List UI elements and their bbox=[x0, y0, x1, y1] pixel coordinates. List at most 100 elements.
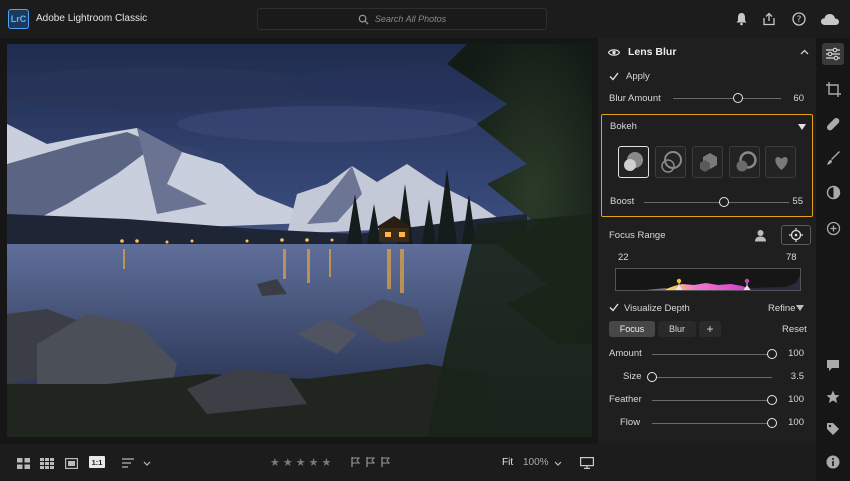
apply-checkbox[interactable]: Apply bbox=[598, 69, 816, 83]
blur-amount-value: 60 bbox=[793, 92, 804, 104]
target-icon bbox=[789, 228, 803, 242]
small-grid-icon[interactable] bbox=[40, 457, 54, 469]
brush-control-slider[interactable] bbox=[652, 395, 777, 405]
boost-value: 55 bbox=[792, 196, 803, 207]
rating-star-icon[interactable]: ★ bbox=[283, 456, 293, 469]
help-icon[interactable]: ? bbox=[790, 10, 808, 28]
focus-range-label: Focus Range bbox=[609, 230, 666, 241]
blur-amount-slider[interactable] bbox=[673, 93, 781, 103]
single-photo-icon[interactable] bbox=[65, 457, 78, 469]
brush-control-knob[interactable] bbox=[767, 418, 777, 428]
bokeh-bubble-icon bbox=[661, 151, 682, 173]
add-brush-button[interactable]: + bbox=[699, 321, 721, 337]
checkmark-icon bbox=[609, 303, 619, 312]
boost-label: Boost bbox=[610, 196, 635, 207]
flag-controls bbox=[351, 457, 390, 467]
one-to-one-button[interactable]: 1:1 bbox=[89, 456, 105, 468]
brush-control-value: 3.5 bbox=[790, 371, 804, 382]
boost-slider[interactable] bbox=[644, 197, 789, 207]
sliders-icon[interactable] bbox=[824, 45, 842, 63]
search-input[interactable]: Search All Photos bbox=[257, 8, 547, 30]
add-preset-icon[interactable] bbox=[824, 219, 842, 237]
star-icon[interactable] bbox=[824, 388, 842, 406]
rating-star-icon[interactable]: ★ bbox=[309, 456, 319, 469]
chevron-up-icon[interactable] bbox=[800, 49, 809, 55]
crop-icon[interactable] bbox=[824, 80, 842, 98]
brush-control-slider[interactable] bbox=[652, 418, 777, 428]
visualize-depth-label: Visualize Depth bbox=[624, 303, 690, 314]
bokeh-blade-icon bbox=[700, 153, 717, 172]
sort-icon[interactable] bbox=[122, 457, 134, 469]
blur-amount-knob[interactable] bbox=[732, 93, 743, 103]
bokeh-bubble-button[interactable] bbox=[655, 146, 686, 178]
point-focus-button[interactable] bbox=[781, 225, 811, 245]
svg-text:?: ? bbox=[797, 15, 802, 25]
brush-control-knob[interactable] bbox=[767, 395, 777, 405]
range-start-handle[interactable] bbox=[674, 285, 684, 290]
brush-control-label: Amount bbox=[609, 348, 642, 359]
rating-star-icon[interactable]: ★ bbox=[270, 456, 280, 469]
brush-control-label: Flow bbox=[620, 417, 641, 428]
eye-icon[interactable] bbox=[608, 48, 620, 57]
bokeh-heart-icon bbox=[775, 157, 788, 170]
monitor-icon[interactable] bbox=[580, 457, 594, 469]
bokeh-circle-button[interactable] bbox=[618, 146, 649, 178]
zoom-percent[interactable]: 100% bbox=[523, 457, 549, 468]
brush-control-label: Size bbox=[623, 371, 642, 382]
right-toolbar bbox=[816, 38, 850, 481]
apply-label: Apply bbox=[626, 70, 650, 82]
bokeh-blade-button[interactable] bbox=[692, 146, 723, 178]
subject-focus-icon[interactable] bbox=[754, 229, 767, 242]
bokeh-section: Bokeh Boost 55 bbox=[601, 114, 813, 217]
bokeh-ring-icon bbox=[736, 151, 757, 172]
photo-canvas[interactable] bbox=[7, 44, 592, 437]
chevron-down-icon[interactable] bbox=[143, 457, 151, 469]
share-icon[interactable] bbox=[760, 10, 778, 28]
brush-control-value: 100 bbox=[788, 417, 804, 428]
triangle-down-icon[interactable] bbox=[798, 124, 806, 130]
zoom-fit-button[interactable]: Fit bbox=[502, 457, 513, 468]
rating-star-icon[interactable]: ★ bbox=[322, 456, 332, 469]
bell-icon[interactable] bbox=[732, 10, 750, 28]
refine-label: Refine bbox=[768, 303, 796, 314]
panel-header[interactable]: Lens Blur bbox=[598, 44, 816, 60]
depth-histogram bbox=[616, 269, 800, 290]
brush-control-label: Feather bbox=[609, 394, 642, 405]
bottom-toolbar: 1:1 ★ ★ ★ ★ ★ Fit 100% bbox=[0, 444, 816, 481]
bokeh-cat-eye-button[interactable] bbox=[765, 146, 796, 178]
boost-knob[interactable] bbox=[718, 197, 729, 207]
panel-title: Lens Blur bbox=[628, 46, 677, 58]
blur-amount-row: Blur Amount 60 bbox=[598, 91, 816, 105]
info-icon[interactable] bbox=[824, 453, 842, 471]
brush-control-slider[interactable] bbox=[652, 349, 777, 359]
search-icon bbox=[358, 14, 369, 25]
tag-icon[interactable] bbox=[824, 420, 842, 438]
blur-amount-label: Blur Amount bbox=[609, 92, 661, 104]
landscape-photo bbox=[7, 44, 592, 437]
app-title: Adobe Lightroom Classic bbox=[36, 13, 148, 24]
brush-control-knob[interactable] bbox=[647, 372, 657, 382]
brush-control-slider[interactable] bbox=[647, 372, 772, 382]
triangle-down-icon bbox=[796, 305, 804, 311]
rating-star-icon[interactable]: ★ bbox=[296, 456, 306, 469]
depth-range-graph[interactable] bbox=[615, 268, 801, 291]
flag-pick-icon[interactable] bbox=[351, 457, 360, 467]
range-end-handle[interactable] bbox=[742, 285, 752, 290]
top-bar: LrC Adobe Lightroom Classic Search All P… bbox=[0, 0, 850, 38]
brush-control-knob[interactable] bbox=[767, 349, 777, 359]
healing-icon[interactable] bbox=[824, 115, 842, 133]
mask-icon[interactable] bbox=[824, 183, 842, 201]
flag-unflag-icon[interactable] bbox=[366, 457, 375, 467]
tab-focus[interactable]: Focus bbox=[609, 321, 655, 337]
brush-icon[interactable] bbox=[824, 149, 842, 167]
grid-view-icon[interactable] bbox=[17, 457, 30, 469]
star-rating[interactable]: ★ ★ ★ ★ ★ bbox=[270, 456, 331, 469]
comment-icon[interactable] bbox=[824, 356, 842, 374]
flag-reject-icon[interactable] bbox=[381, 457, 390, 467]
cloud-icon[interactable] bbox=[819, 10, 841, 28]
bokeh-label: Bokeh bbox=[610, 121, 637, 132]
tab-blur[interactable]: Blur bbox=[658, 321, 696, 337]
chevron-down-icon[interactable] bbox=[554, 457, 562, 469]
reset-button[interactable]: Reset bbox=[782, 324, 807, 335]
bokeh-ring-button[interactable] bbox=[729, 146, 760, 178]
